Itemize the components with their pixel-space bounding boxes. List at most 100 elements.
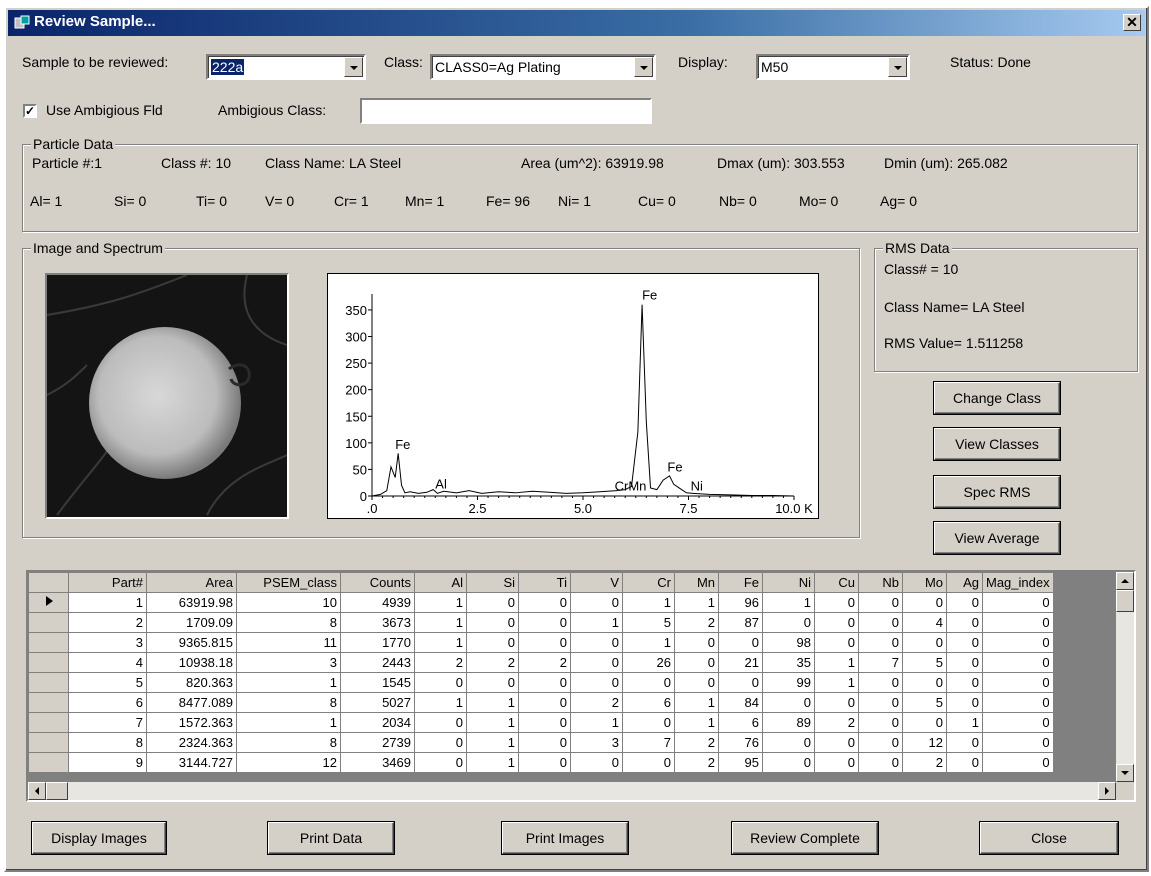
- table-cell[interactable]: 0: [518, 672, 571, 693]
- scroll-down-icon[interactable]: [1116, 764, 1134, 782]
- table-cell[interactable]: 1: [466, 712, 519, 733]
- column-header[interactable]: Part#: [68, 572, 147, 593]
- table-cell[interactable]: 35: [762, 652, 815, 673]
- table-cell[interactable]: 7: [858, 652, 903, 673]
- table-cell[interactable]: 0: [858, 592, 903, 613]
- table-cell[interactable]: 0: [466, 612, 519, 633]
- table-cell[interactable]: 0: [814, 592, 859, 613]
- table-cell[interactable]: 3: [236, 652, 341, 673]
- table-cell[interactable]: 0: [982, 712, 1054, 733]
- table-cell[interactable]: 0: [946, 632, 983, 653]
- table-cell[interactable]: 3469: [340, 752, 415, 773]
- sample-select[interactable]: 222a: [206, 54, 366, 80]
- table-cell[interactable]: 10: [236, 592, 341, 613]
- table-cell[interactable]: 8: [236, 612, 341, 633]
- table-cell[interactable]: 2034: [340, 712, 415, 733]
- table-cell[interactable]: 63919.98: [146, 592, 237, 613]
- table-cell[interactable]: 4939: [340, 592, 415, 613]
- table-cell[interactable]: 0: [946, 612, 983, 633]
- table-cell[interactable]: 0: [518, 712, 571, 733]
- table-cell[interactable]: 96: [718, 592, 763, 613]
- table-cell[interactable]: 3: [68, 632, 147, 653]
- table-cell[interactable]: 3: [570, 732, 623, 753]
- table-cell[interactable]: 2: [902, 752, 947, 773]
- table-cell[interactable]: 12: [236, 752, 341, 773]
- table-cell[interactable]: 0: [814, 612, 859, 633]
- table-cell[interactable]: 0: [762, 692, 815, 713]
- table-cell[interactable]: 0: [570, 592, 623, 613]
- table-row[interactable]: 9 3144.727 12 3469 0 1 0 0 0 2 95 0 0 0 2 0 0: [28, 752, 1054, 773]
- table-cell[interactable]: 0: [718, 672, 763, 693]
- ambig-class-input[interactable]: [360, 98, 652, 124]
- table-cell[interactable]: 2324.363: [146, 732, 237, 753]
- table-cell[interactable]: 1: [414, 692, 467, 713]
- table-cell[interactable]: 0: [762, 752, 815, 773]
- table-cell[interactable]: 5: [902, 652, 947, 673]
- table-cell[interactable]: 2: [68, 612, 147, 633]
- table-cell[interactable]: 1: [622, 592, 675, 613]
- table-cell[interactable]: 0: [858, 692, 903, 713]
- table-cell[interactable]: 0: [946, 692, 983, 713]
- table-cell[interactable]: 1: [570, 712, 623, 733]
- table-cell[interactable]: 1572.363: [146, 712, 237, 733]
- table-cell[interactable]: 0: [518, 732, 571, 753]
- table-cell[interactable]: 0: [622, 672, 675, 693]
- table-cell[interactable]: 1: [762, 592, 815, 613]
- table-cell[interactable]: 2: [674, 752, 719, 773]
- table-cell[interactable]: 0: [982, 652, 1054, 673]
- table-cell[interactable]: 0: [858, 712, 903, 733]
- row-indicator[interactable]: [28, 712, 69, 733]
- table-cell[interactable]: 0: [718, 632, 763, 653]
- table-cell[interactable]: 0: [858, 612, 903, 633]
- view-average-button[interactable]: View Average: [934, 522, 1060, 554]
- table-cell[interactable]: 84: [718, 692, 763, 713]
- table-cell[interactable]: 0: [814, 632, 859, 653]
- table-cell[interactable]: 0: [414, 672, 467, 693]
- column-header[interactable]: Mo: [902, 572, 947, 593]
- table-cell[interactable]: 0: [858, 732, 903, 753]
- column-header[interactable]: Fe: [718, 572, 763, 593]
- table-cell[interactable]: 0: [518, 612, 571, 633]
- table-cell[interactable]: 1: [466, 752, 519, 773]
- column-header[interactable]: Al: [414, 572, 467, 593]
- table-cell[interactable]: 1: [414, 612, 467, 633]
- table-cell[interactable]: 0: [902, 672, 947, 693]
- column-header[interactable]: Ti: [518, 572, 571, 593]
- table-cell[interactable]: 0: [858, 752, 903, 773]
- table-cell[interactable]: 7: [68, 712, 147, 733]
- table-cell[interactable]: 2: [674, 732, 719, 753]
- table-cell[interactable]: 0: [982, 692, 1054, 713]
- table-cell[interactable]: 1770: [340, 632, 415, 653]
- table-cell[interactable]: 2: [466, 652, 519, 673]
- table-row[interactable]: 8 2324.363 8 2739 0 1 0 3 7 2 76 0 0 0 12 0 0: [28, 732, 1054, 753]
- table-cell[interactable]: 1545: [340, 672, 415, 693]
- table-cell[interactable]: 4: [902, 612, 947, 633]
- table-cell[interactable]: 0: [902, 712, 947, 733]
- row-indicator[interactable]: [28, 592, 69, 613]
- table-cell[interactable]: 1: [570, 612, 623, 633]
- close-button[interactable]: Close: [980, 822, 1118, 854]
- table-cell[interactable]: 1709.09: [146, 612, 237, 633]
- table-cell[interactable]: 1: [814, 672, 859, 693]
- table-cell[interactable]: 0: [414, 732, 467, 753]
- table-cell[interactable]: 6: [68, 692, 147, 713]
- row-indicator[interactable]: [28, 672, 69, 693]
- column-header[interactable]: Mag_index: [982, 572, 1054, 593]
- table-cell[interactable]: 1: [814, 652, 859, 673]
- table-cell[interactable]: 8: [236, 692, 341, 713]
- table-cell[interactable]: 820.363: [146, 672, 237, 693]
- table-cell[interactable]: 1: [466, 732, 519, 753]
- table-cell[interactable]: 2: [570, 692, 623, 713]
- table-cell[interactable]: 0: [414, 712, 467, 733]
- table-cell[interactable]: 0: [814, 692, 859, 713]
- table-cell[interactable]: 0: [466, 592, 519, 613]
- table-cell[interactable]: 0: [946, 672, 983, 693]
- table-cell[interactable]: 0: [946, 652, 983, 673]
- title-bar[interactable]: Review Sample... ✕: [8, 10, 1145, 36]
- scroll-left-icon[interactable]: [28, 782, 46, 800]
- row-indicator[interactable]: [28, 612, 69, 633]
- particle-image[interactable]: [45, 273, 289, 519]
- column-header[interactable]: Cu: [814, 572, 859, 593]
- spectrum-chart[interactable]: 0 50 100 150 200 250 300 350.0 2.5 5.0 7.5 10.0 K Fe…: [327, 273, 819, 519]
- table-cell[interactable]: 0: [622, 712, 675, 733]
